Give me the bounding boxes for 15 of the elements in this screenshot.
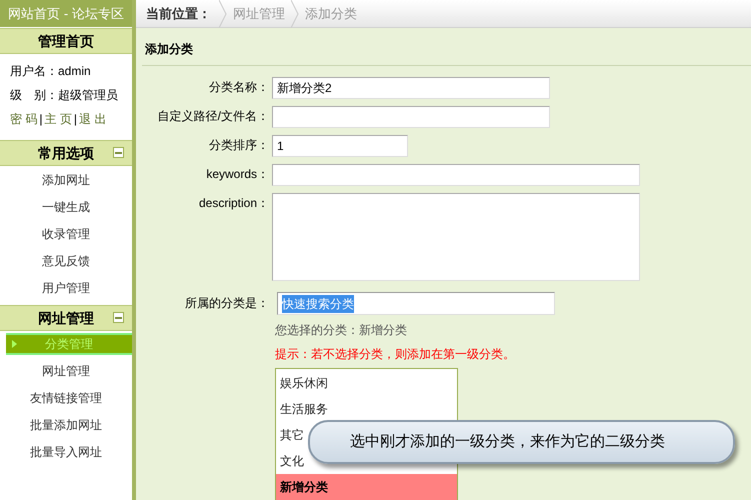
chosen-category: 您选择的分类：新增分类 (275, 322, 408, 339)
hint-text: 提示：若不选择分类，则添加在第一级分类。 (275, 346, 516, 363)
user-info: 级 别：超级管理员 (10, 87, 119, 104)
field-label: keywords： (205, 166, 270, 183)
field-label: 自定义路径/文件名： (156, 108, 270, 125)
field-label: 分类名称： (208, 79, 270, 96)
panel-title: 添加分类 (142, 32, 751, 66)
link-separator: | (74, 111, 77, 128)
field-label: description： (198, 195, 270, 212)
callout-tooltip: 选中刚才添加的一级分类，来作为它的二级分类 (308, 420, 735, 464)
field-label: 分类排序： (208, 137, 270, 154)
user-info: 用户名：admin (10, 63, 92, 80)
link-separator: | (39, 111, 42, 128)
field-label: 所属的分类是： (184, 295, 270, 312)
breadcrumb-label: 当前位置： (146, 4, 211, 23)
